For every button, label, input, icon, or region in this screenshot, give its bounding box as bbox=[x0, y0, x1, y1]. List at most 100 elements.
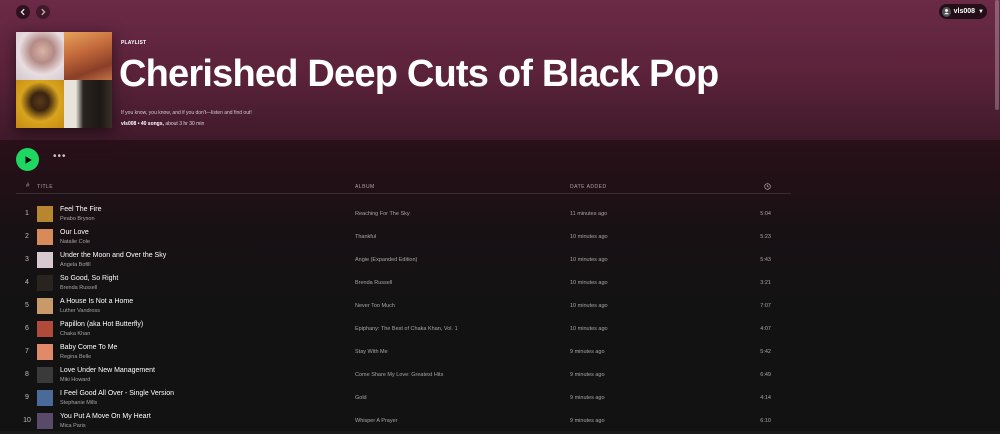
caret-down-icon: ▼ bbox=[978, 8, 984, 15]
track-duration: 5:04 bbox=[760, 211, 771, 217]
track-artist[interactable]: Brenda Russell bbox=[60, 285, 97, 291]
table-row[interactable]: 10 You Put A Move On My Heart Mica Paris Wh… bbox=[16, 410, 791, 433]
meta-separator: • bbox=[137, 121, 140, 127]
track-artist[interactable]: Luther Vandross bbox=[60, 308, 100, 314]
track-date-added: 11 minutes ago bbox=[570, 211, 608, 217]
track-date-added: 9 minutes ago bbox=[570, 395, 605, 401]
forward-button[interactable] bbox=[36, 5, 50, 19]
play-button[interactable] bbox=[16, 148, 39, 171]
chevron-right-icon bbox=[41, 8, 46, 16]
table-row[interactable]: 3 Under the Moon and Over the Sky Angela B… bbox=[16, 249, 791, 272]
track-artist[interactable]: Mica Paris bbox=[60, 423, 86, 429]
cover-image-3 bbox=[16, 80, 64, 128]
track-artist[interactable]: Angela Bofill bbox=[60, 262, 91, 268]
track-title: Feel The Fire bbox=[60, 206, 102, 213]
table-row[interactable]: 6 Papillon (aka Hot Butterfly) Chaka Khan E… bbox=[16, 318, 791, 341]
table-row[interactable]: 7 Baby Come To Me Regina Belle Stay With Me… bbox=[16, 341, 791, 364]
playlist-title: Cherished Deep Cuts of Black Pop bbox=[119, 53, 719, 95]
table-row[interactable]: 4 So Good, So Right Brenda Russell Brenda R… bbox=[16, 272, 791, 295]
cover-image-2 bbox=[64, 32, 112, 80]
track-album[interactable]: Come Share My Love: Greatest Hits bbox=[355, 372, 443, 378]
track-title: I Feel Good All Over - Single Version bbox=[60, 390, 174, 397]
track-number: 1 bbox=[25, 210, 29, 217]
playlist-description: If you know, you know, and if you don't—… bbox=[121, 110, 252, 116]
track-title: Papillon (aka Hot Butterfly) bbox=[60, 321, 144, 328]
track-thumbnail bbox=[37, 206, 53, 222]
track-duration: 4:07 bbox=[760, 326, 771, 332]
track-thumbnail bbox=[37, 252, 53, 268]
user-menu-button[interactable]: vls008 ▼ bbox=[939, 4, 987, 19]
back-button[interactable] bbox=[16, 5, 30, 19]
track-artist[interactable]: Natalie Cole bbox=[60, 239, 90, 245]
track-title: A House Is Not a Home bbox=[60, 298, 134, 305]
playlist-duration: about 3 hr 30 min bbox=[165, 121, 205, 127]
playlist-owner[interactable]: vls008 bbox=[121, 121, 136, 127]
playlist-meta: vls008 • 40 songs, about 3 hr 30 min bbox=[121, 121, 204, 127]
track-date-added: 9 minutes ago bbox=[570, 349, 605, 355]
track-number: 9 bbox=[25, 394, 29, 401]
track-duration: 4:14 bbox=[760, 395, 771, 401]
track-title: Love Under New Management bbox=[60, 367, 155, 374]
track-thumbnail bbox=[37, 367, 53, 383]
avatar bbox=[942, 6, 951, 17]
playlist-cover[interactable] bbox=[16, 32, 112, 128]
track-number: 4 bbox=[25, 279, 29, 286]
cover-image-1 bbox=[16, 32, 64, 80]
table-row[interactable]: 5 A House Is Not a Home Luther Vandross Nev… bbox=[16, 295, 791, 318]
table-row[interactable]: 8 Love Under New Management Miki Howard Com… bbox=[16, 364, 791, 387]
track-number: 7 bbox=[25, 348, 29, 355]
track-number: 8 bbox=[25, 371, 29, 378]
more-options-button[interactable]: ••• bbox=[53, 151, 67, 162]
track-artist[interactable]: Stephanie Mills bbox=[60, 400, 97, 406]
track-artist[interactable]: Peabo Bryson bbox=[60, 216, 95, 222]
track-album[interactable]: Whisper A Prayer bbox=[355, 418, 398, 424]
track-duration: 6:49 bbox=[760, 372, 771, 378]
track-thumbnail bbox=[37, 229, 53, 245]
track-artist[interactable]: Chaka Khan bbox=[60, 331, 90, 337]
track-album[interactable]: Brenda Russell bbox=[355, 280, 392, 286]
track-date-added: 10 minutes ago bbox=[570, 234, 608, 240]
column-header-date-added[interactable]: DATE ADDED bbox=[570, 184, 607, 190]
track-album[interactable]: Angie (Expanded Edition) bbox=[355, 257, 417, 263]
table-row[interactable]: 1 Feel The Fire Peabo Bryson Reaching For T… bbox=[16, 203, 791, 226]
track-thumbnail bbox=[37, 275, 53, 291]
track-album[interactable]: Stay With Me bbox=[355, 349, 388, 355]
track-album[interactable]: Epiphany: The Best of Chaka Khan, Vol. 1 bbox=[355, 326, 458, 332]
track-title: You Put A Move On My Heart bbox=[60, 413, 151, 420]
track-duration: 5:23 bbox=[760, 234, 771, 240]
track-number: 2 bbox=[25, 233, 29, 240]
track-thumbnail bbox=[37, 413, 53, 429]
chevron-left-icon bbox=[20, 8, 25, 16]
track-album[interactable]: Reaching For The Sky bbox=[355, 211, 410, 217]
track-duration: 5:42 bbox=[760, 349, 771, 355]
user-icon bbox=[943, 9, 949, 15]
scrollbar[interactable] bbox=[995, 0, 999, 110]
track-title: Our Love bbox=[60, 229, 89, 236]
track-album[interactable]: Never Too Much bbox=[355, 303, 395, 309]
track-album[interactable]: Thankful bbox=[355, 234, 376, 240]
table-row[interactable]: 9 I Feel Good All Over - Single Version St… bbox=[16, 387, 791, 410]
track-duration: 6:10 bbox=[760, 418, 771, 424]
track-thumbnail bbox=[37, 390, 53, 406]
track-thumbnail bbox=[37, 298, 53, 314]
column-header-title[interactable]: TITLE bbox=[37, 184, 53, 190]
track-date-added: 10 minutes ago bbox=[570, 280, 608, 286]
track-duration: 5:43 bbox=[760, 257, 771, 263]
column-header-number: # bbox=[26, 183, 30, 189]
track-title: Baby Come To Me bbox=[60, 344, 118, 351]
clock-icon bbox=[764, 183, 771, 190]
cover-image-4 bbox=[64, 80, 112, 128]
track-number: 5 bbox=[25, 302, 29, 309]
column-header-album[interactable]: ALBUM bbox=[355, 184, 375, 190]
track-duration: 7:07 bbox=[760, 303, 771, 309]
track-date-added: 9 minutes ago bbox=[570, 372, 605, 378]
column-header-duration[interactable] bbox=[764, 183, 771, 192]
track-date-added: 10 minutes ago bbox=[570, 257, 608, 263]
track-artist[interactable]: Regina Belle bbox=[60, 354, 91, 360]
track-number: 3 bbox=[25, 256, 29, 263]
playlist-type-label: PLAYLIST bbox=[121, 40, 147, 46]
track-number: 6 bbox=[25, 325, 29, 332]
table-row[interactable]: 2 Our Love Natalie Cole Thankful 10 minutes … bbox=[16, 226, 791, 249]
track-album[interactable]: Gold bbox=[355, 395, 367, 401]
track-artist[interactable]: Miki Howard bbox=[60, 377, 90, 383]
